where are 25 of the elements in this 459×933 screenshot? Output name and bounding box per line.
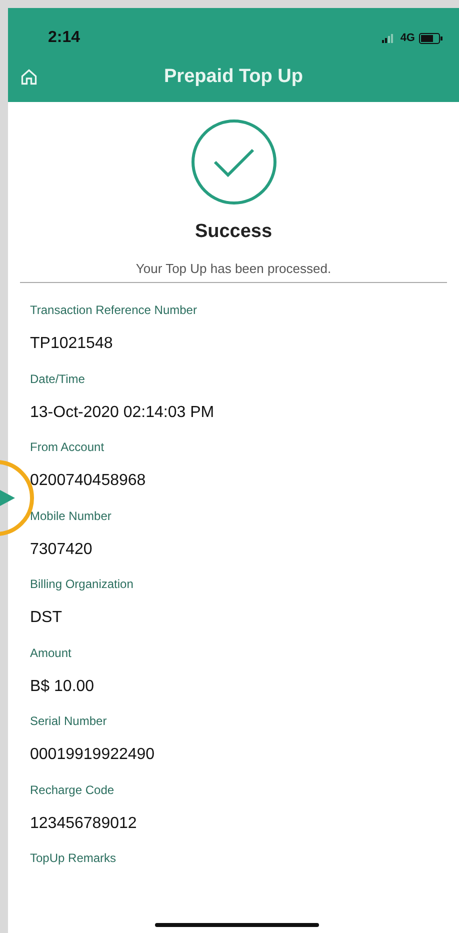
success-message: Your Top Up has been processed.	[136, 260, 332, 278]
field-label: Recharge Code	[30, 782, 116, 798]
field-value: 00019919922490	[30, 745, 156, 765]
field-value: 7307420	[30, 540, 94, 560]
status-time: 2:14	[48, 28, 80, 48]
home-icon	[20, 68, 38, 86]
network-label: 4G	[400, 30, 415, 46]
field-value: DST	[30, 608, 63, 628]
field-label: Transaction Reference Number	[30, 302, 198, 319]
field-value: B$ 10.00	[30, 676, 96, 696]
success-title: Success	[194, 220, 272, 244]
field-value: TP1021548	[30, 334, 114, 354]
field-label: TopUp Remarks	[30, 850, 118, 867]
success-check-icon	[190, 118, 278, 206]
field-label: From Account	[30, 439, 106, 456]
field-value: 123456789012	[30, 814, 138, 834]
battery-icon	[419, 32, 443, 44]
field-label: Serial Number	[30, 713, 108, 730]
header-title: Prepaid Top Up	[164, 64, 303, 89]
field-label: Date/Time	[30, 370, 86, 388]
field-label: Amount	[30, 644, 72, 662]
field-value: 0200740458968	[30, 471, 147, 491]
field-label: Billing Organization	[30, 576, 134, 593]
field-label: Mobile Number	[30, 508, 112, 524]
field-value: 13-Oct-2020 02:14:03 PM	[30, 402, 216, 422]
